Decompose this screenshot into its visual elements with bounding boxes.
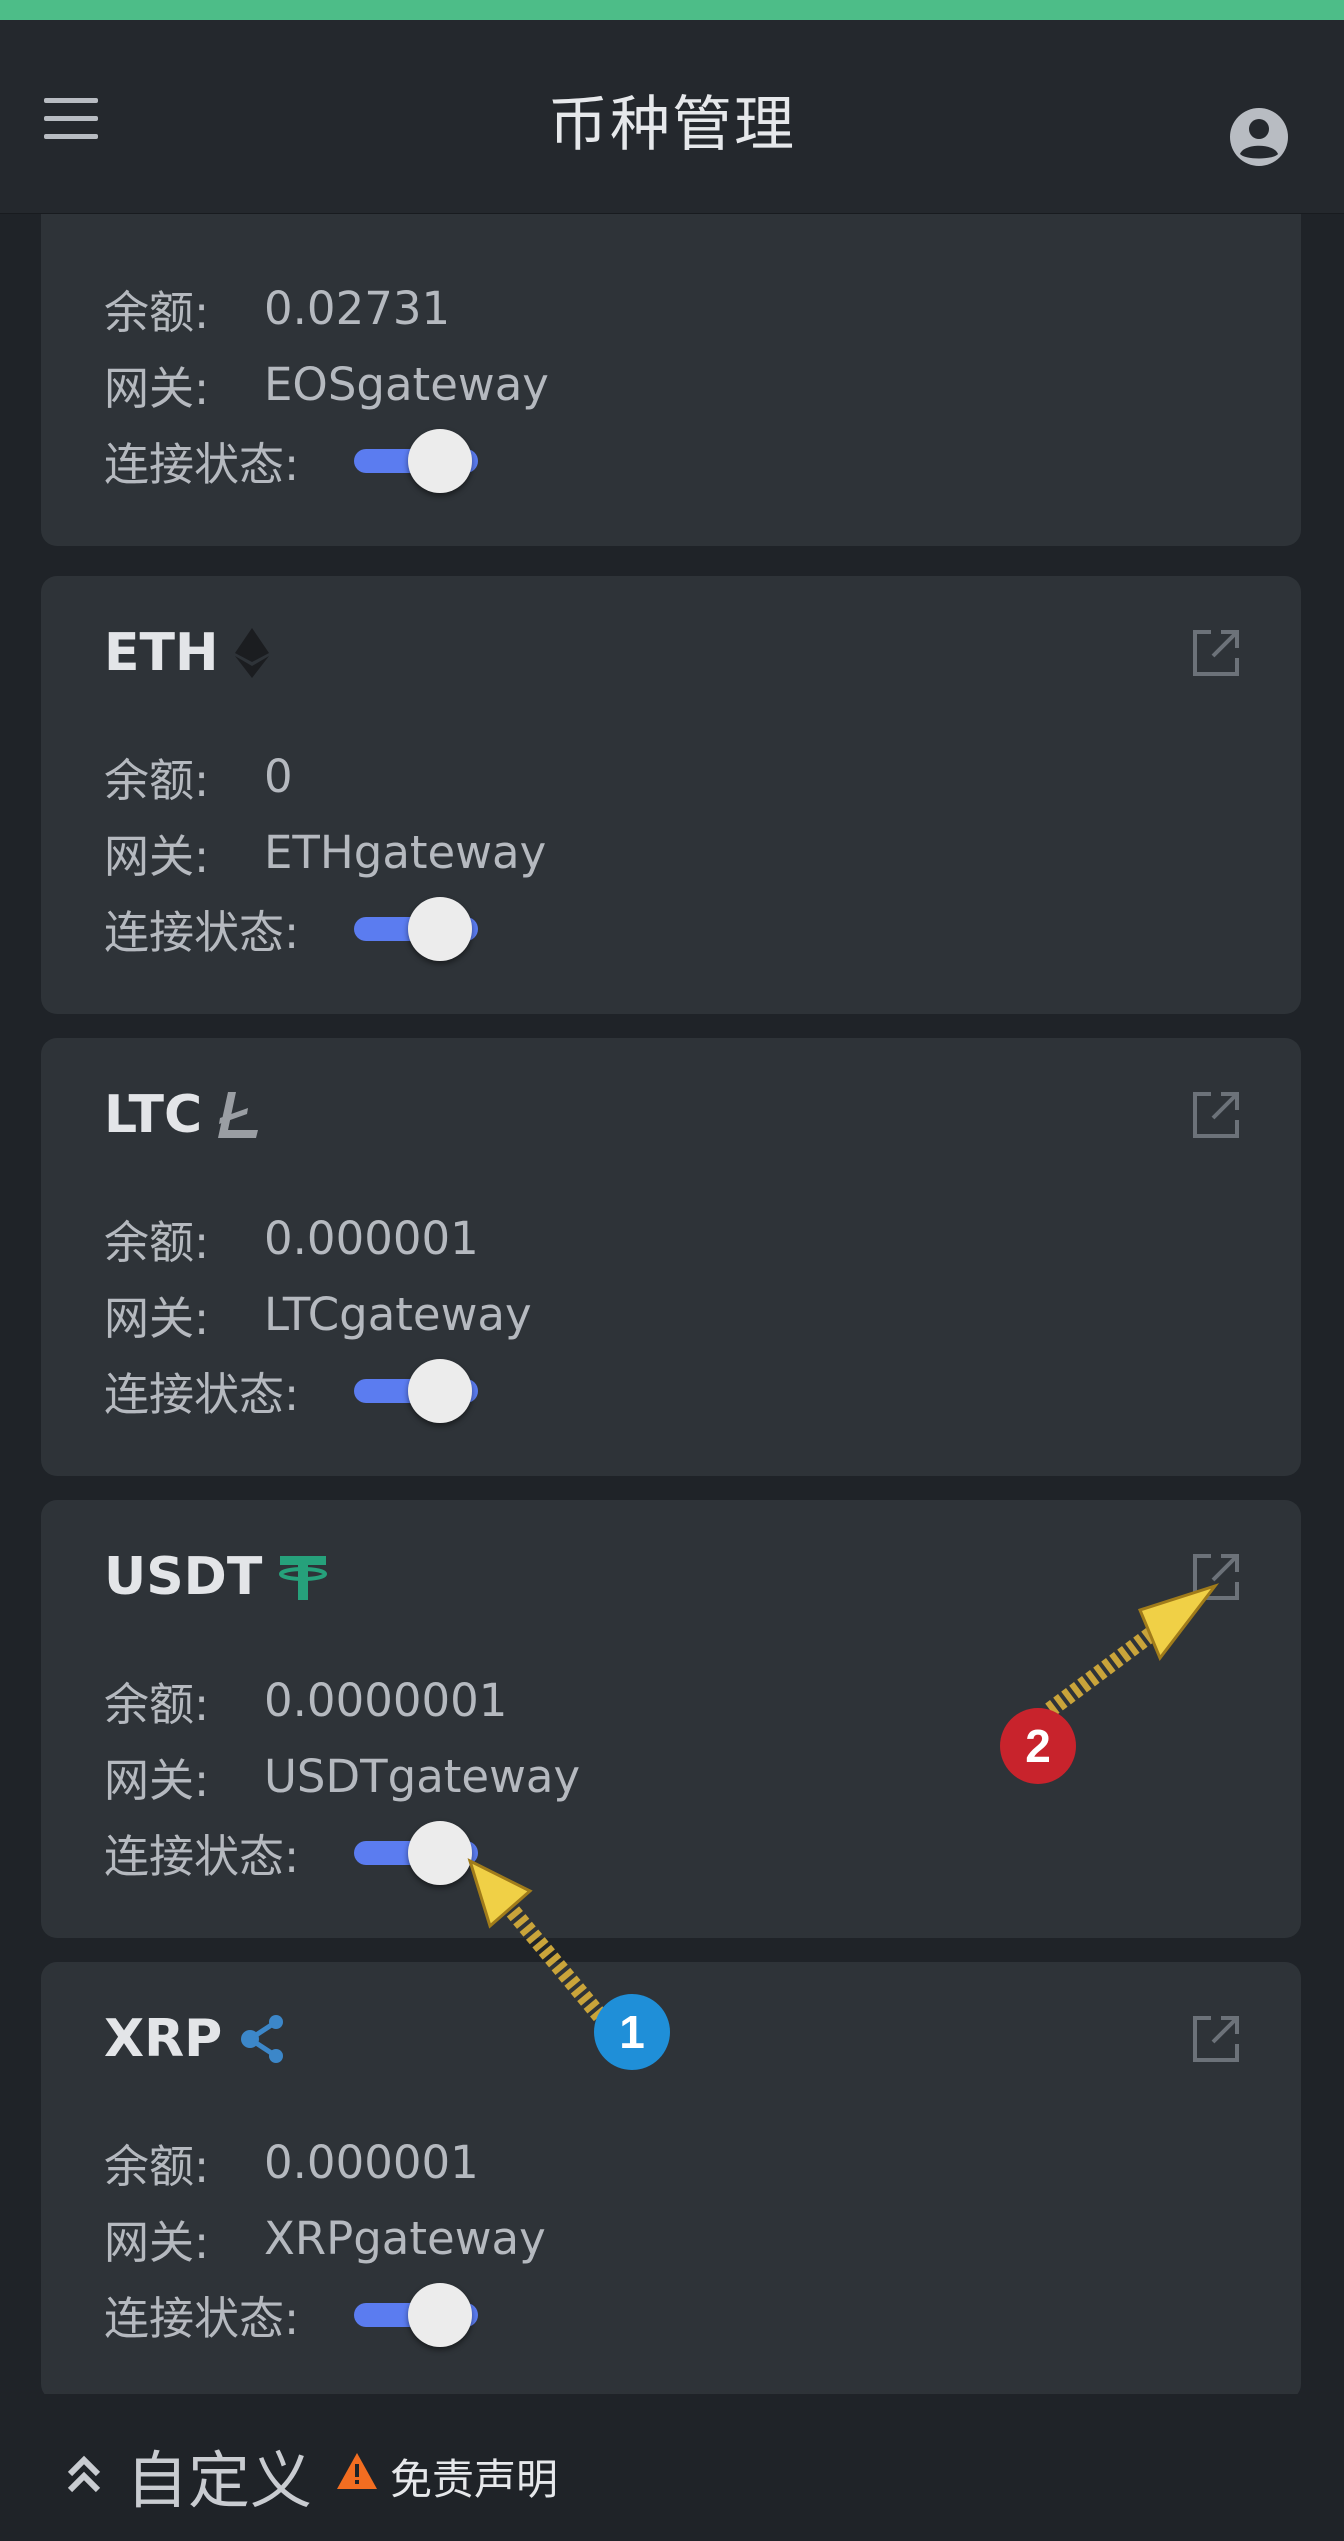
connection-row: 连接状态: — [104, 2282, 480, 2347]
balance-value: 0.0000001 — [264, 1674, 508, 1727]
gateway-row: 网关: XRPgateway — [104, 2206, 546, 2271]
balance-row: 余额: 0.000001 — [104, 1206, 479, 1271]
balance-label: 余额: — [104, 286, 210, 339]
balance-value: 0.02731 — [264, 282, 451, 335]
user-account-icon[interactable] — [1228, 106, 1290, 168]
balance-row: 余额: 0.0000001 — [104, 1668, 507, 1733]
gateway-row: 网关: EOSgateway — [104, 352, 549, 417]
connection-toggle[interactable] — [354, 1358, 480, 1423]
gateway-row: 网关: USDTgateway — [104, 1744, 580, 1809]
balance-label: 余额: — [104, 754, 210, 807]
open-external-icon[interactable] — [1189, 1088, 1243, 1142]
gateway-value: LTCgateway — [264, 1288, 532, 1341]
status-bar — [0, 0, 1344, 20]
connection-label: 连接状态: — [104, 1368, 300, 1421]
coin-name: XRP — [104, 2009, 223, 2069]
connection-row: 连接状态: — [104, 1358, 480, 1423]
open-external-icon[interactable] — [1189, 2012, 1243, 2066]
annotation-badge-2: 2 — [998, 1706, 1078, 1790]
gateway-label: 网关: — [104, 1754, 210, 1807]
gateway-value: EOSgateway — [264, 358, 549, 411]
coin-card-eos: 余额: 0.02731 网关: EOSgateway 连接状态: — [41, 214, 1301, 546]
litecoin-icon — [218, 1090, 262, 1140]
gateway-label: 网关: — [104, 1292, 210, 1345]
gateway-label: 网关: — [104, 2216, 210, 2269]
page-title: 币种管理 — [548, 90, 796, 160]
balance-label: 余额: — [104, 1216, 210, 1269]
gateway-value: USDTgateway — [264, 1750, 581, 1803]
connection-toggle[interactable] — [354, 2282, 480, 2347]
gateway-row: 网关: ETHgateway — [104, 820, 546, 885]
connection-row: 连接状态: — [104, 1820, 480, 1885]
coin-list: 余额: 0.02731 网关: EOSgateway 连接状态: ETH 余额:… — [0, 214, 1344, 2394]
gateway-row: 网关: LTCgateway — [104, 1282, 532, 1347]
balance-row: 余额: 0 — [104, 744, 293, 809]
connection-row: 连接状态: — [104, 896, 480, 961]
open-external-icon[interactable] — [1189, 626, 1243, 680]
coin-card-ltc: LTC 余额: 0.000001 网关: LTCgateway 连接状态: — [41, 1038, 1301, 1476]
ripple-icon — [238, 2014, 288, 2064]
connection-label: 连接状态: — [104, 1830, 300, 1883]
chevron-double-up-icon[interactable] — [66, 2454, 102, 2498]
connection-label: 连接状态: — [104, 2292, 300, 2345]
warning-icon — [336, 2452, 378, 2494]
ethereum-icon — [234, 628, 269, 678]
disclaimer-link[interactable]: 免责声明 — [390, 2446, 558, 2507]
coin-name: ETH — [104, 623, 219, 683]
balance-label: 余额: — [104, 1678, 210, 1731]
tether-icon — [278, 1552, 328, 1602]
gateway-value: XRPgateway — [264, 2212, 546, 2265]
coin-name: LTC — [104, 1085, 203, 1145]
gateway-label: 网关: — [104, 362, 210, 415]
connection-label: 连接状态: — [104, 438, 300, 491]
balance-row: 余额: 0.000001 — [104, 2130, 479, 2195]
coin-card-eth: ETH 余额: 0 网关: ETHgateway 连接状态: — [41, 576, 1301, 1014]
connection-toggle[interactable] — [354, 428, 480, 493]
connection-row: 连接状态: — [104, 428, 480, 493]
annotation-number-1: 1 — [619, 2006, 645, 2058]
top-app-bar: 币种管理 — [0, 20, 1344, 214]
balance-row: 余额: 0.02731 — [104, 276, 450, 341]
connection-toggle[interactable] — [354, 896, 480, 961]
annotation-arrow-1 — [460, 1856, 610, 2030]
annotation-arrow-2 — [1040, 1580, 1220, 1724]
gateway-label: 网关: — [104, 830, 210, 883]
annotation-badge-1: 1 — [592, 1992, 672, 2076]
balance-value: 0 — [264, 750, 293, 803]
balance-value: 0.000001 — [264, 2136, 479, 2189]
coin-name: USDT — [104, 1547, 263, 1607]
balance-label: 余额: — [104, 2140, 210, 2193]
gateway-value: ETHgateway — [264, 826, 547, 879]
annotation-number-2: 2 — [1025, 1720, 1051, 1772]
balance-value: 0.000001 — [264, 1212, 479, 1265]
connection-label: 连接状态: — [104, 906, 300, 959]
custom-label[interactable]: 自定义 — [126, 2430, 312, 2520]
